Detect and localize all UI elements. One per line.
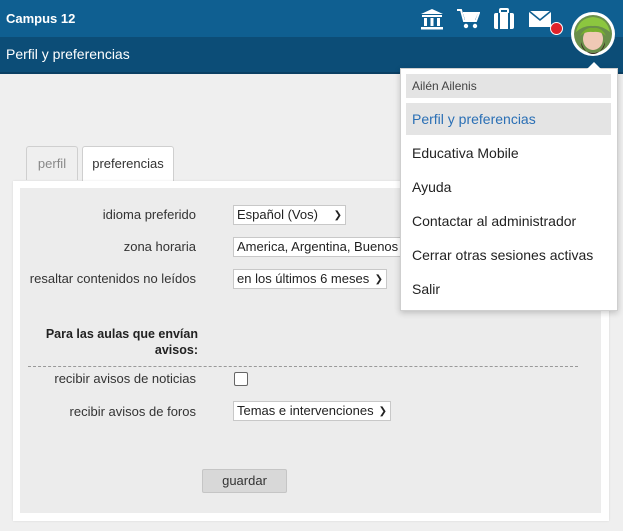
brand-title[interactable]: Campus 12 — [6, 11, 75, 26]
menu-item-contact-admin[interactable]: Contactar al administrador — [406, 205, 611, 237]
menu-item-help[interactable]: Ayuda — [406, 171, 611, 203]
news-checkbox[interactable] — [234, 372, 248, 386]
avatar[interactable] — [571, 12, 615, 56]
language-label: idioma preferido — [102, 207, 196, 222]
chevron-down-icon: ❯ — [333, 210, 342, 221]
tab-perfil[interactable]: perfil — [26, 146, 78, 180]
menu-item-profile[interactable]: Perfil y preferencias — [406, 103, 611, 135]
chevron-down-icon: ❯ — [378, 406, 387, 417]
timezone-select[interactable]: America, Argentina, Buenos Aires — [233, 237, 401, 257]
unread-value: en los últimos 6 meses — [237, 271, 370, 286]
top-bar: Campus 12 — [0, 0, 623, 37]
forums-value: Temas e intervenciones — [237, 403, 374, 418]
menu-user-name: Ailén Ailenis — [406, 74, 611, 98]
chevron-down-icon: ❯ — [374, 274, 383, 285]
mail-icon[interactable] — [528, 8, 563, 35]
save-button[interactable]: guardar — [202, 469, 287, 493]
page-title: Perfil y preferencias — [6, 46, 130, 62]
menu-item-mobile[interactable]: Educativa Mobile — [406, 137, 611, 169]
timezone-value: America, Argentina, Buenos Aires — [237, 239, 401, 254]
menu-item-logout[interactable]: Salir — [406, 273, 611, 305]
language-value: Español (Vos) — [237, 207, 318, 222]
news-label: recibir avisos de noticias — [54, 371, 196, 386]
timezone-label: zona horaria — [123, 239, 196, 254]
tab-preferencias[interactable]: preferencias — [82, 146, 174, 182]
cart-icon[interactable] — [456, 8, 480, 30]
unread-label: resaltar contenidos no leídos — [29, 271, 196, 286]
user-menu: Ailén Ailenis Perfil y preferencias Educ… — [400, 62, 618, 311]
forums-label: recibir avisos de foros — [69, 404, 196, 419]
briefcase-icon[interactable] — [492, 8, 516, 30]
notification-badge — [550, 22, 563, 35]
divider — [28, 366, 578, 367]
forums-select[interactable]: Temas e intervenciones ❯ — [233, 401, 391, 421]
menu-pointer — [587, 62, 601, 69]
section-title: Para las aulas que envían avisos: — [45, 327, 198, 357]
institution-icon[interactable] — [420, 8, 444, 30]
menu-item-close-sessions[interactable]: Cerrar otras sesiones activas — [406, 239, 611, 271]
language-select[interactable]: Español (Vos) ❯ — [233, 205, 346, 225]
unread-select[interactable]: en los últimos 6 meses ❯ — [233, 269, 387, 289]
